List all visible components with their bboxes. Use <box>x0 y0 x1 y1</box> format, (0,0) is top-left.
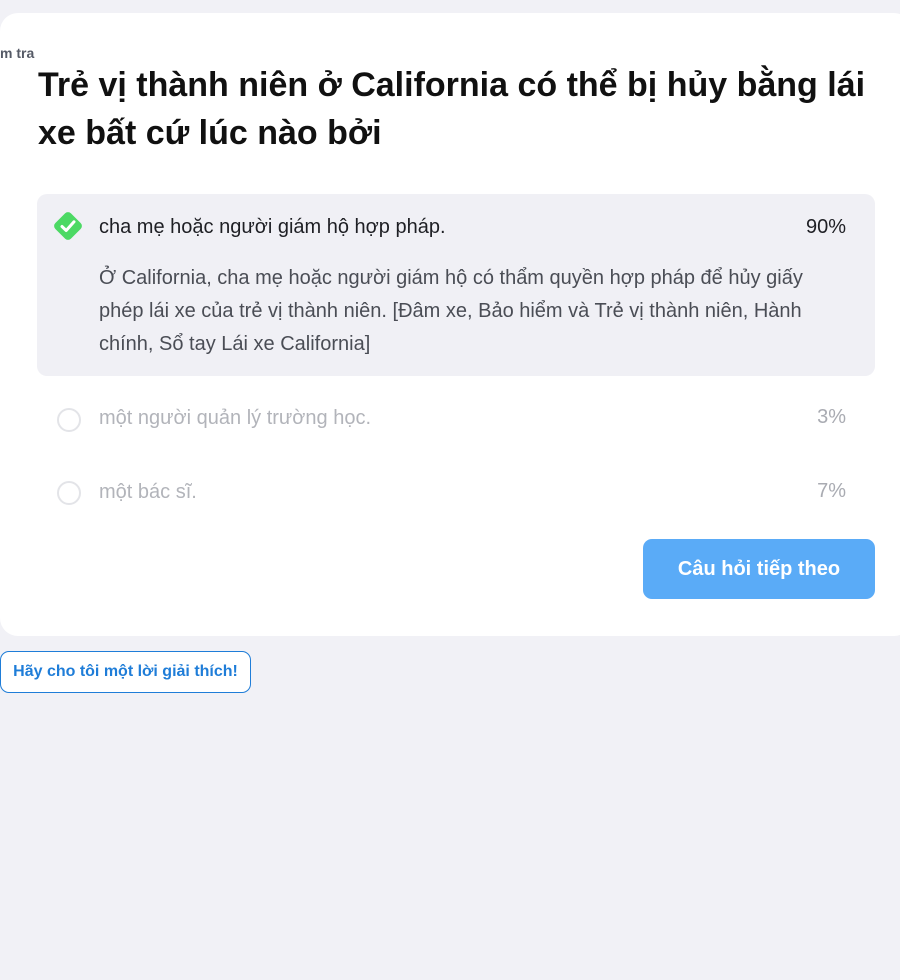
question-title: Trẻ vị thành niên ở California có thể bị… <box>38 66 866 152</box>
answer-option-3[interactable]: một bác sĩ. 7% <box>37 464 875 520</box>
answer-option-1[interactable]: cha mẹ hoặc người giám hộ hợp pháp. 90% … <box>37 194 875 376</box>
answer-text: một người quản lý trường học. <box>99 407 372 429</box>
check-icon <box>54 212 82 240</box>
quiz-badge: m tra <box>0 45 35 61</box>
radio-icon <box>57 481 81 505</box>
answer-percent: 3% <box>817 406 846 428</box>
explain-button[interactable]: Hãy cho tôi một lời giải thích! <box>0 651 251 693</box>
answer-explanation: Ở California, cha mẹ hoặc người giám hộ … <box>99 267 803 355</box>
answer-percent: 90% <box>805 216 846 238</box>
answer-option-2[interactable]: một người quản lý trường học. 3% <box>37 391 875 447</box>
answer-text: cha mẹ hoặc người giám hộ hợp pháp. <box>99 216 446 238</box>
next-question-button[interactable]: Câu hỏi tiếp theo <box>643 539 875 599</box>
answer-text: một bác sĩ. <box>99 481 197 503</box>
radio-icon <box>57 408 81 432</box>
answer-percent: 7% <box>817 480 846 502</box>
